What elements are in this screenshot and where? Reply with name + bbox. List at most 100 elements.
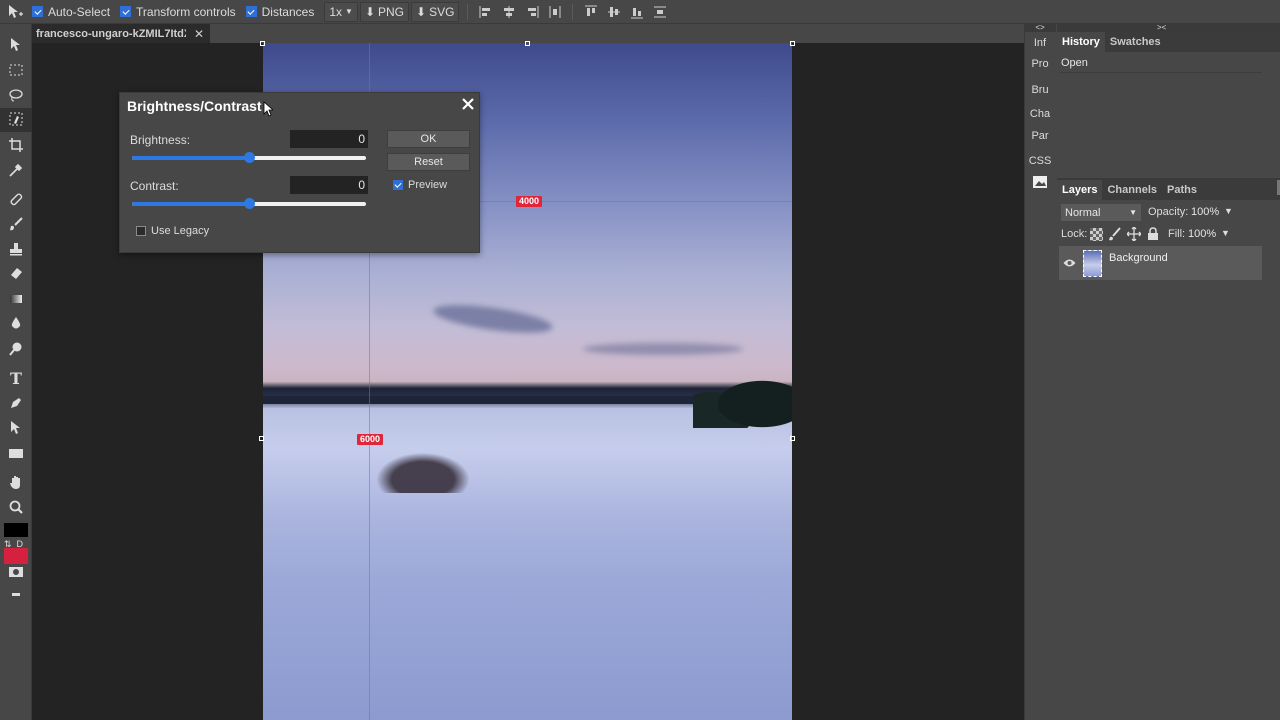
- blend-mode-select[interactable]: Normal ▼: [1061, 204, 1141, 221]
- info-panel-button[interactable]: Inf: [1024, 32, 1056, 54]
- pen-tool[interactable]: [0, 392, 32, 416]
- brightness-slider[interactable]: [132, 152, 366, 163]
- collapse-panels-toggle[interactable]: ><: [1057, 24, 1280, 32]
- transform-handle[interactable]: [790, 41, 795, 46]
- hand-tool[interactable]: [0, 471, 32, 495]
- preview-checkbox[interactable]: Preview: [393, 179, 447, 191]
- healing-tool[interactable]: [0, 188, 32, 212]
- transform-handle[interactable]: [260, 41, 265, 46]
- fill-dropdown-icon[interactable]: ▼: [1221, 228, 1230, 238]
- properties-panel-button[interactable]: Pro: [1024, 53, 1056, 75]
- lock-all-icon[interactable]: [1147, 227, 1159, 244]
- distances-check-icon: [245, 6, 257, 17]
- brush-panel-button[interactable]: Bru: [1024, 79, 1056, 101]
- brightness-input[interactable]: [290, 130, 368, 148]
- lasso-tool[interactable]: [0, 84, 32, 108]
- eraser-icon: [8, 265, 24, 284]
- align-center-h-icon[interactable]: [497, 2, 520, 22]
- slider-thumb[interactable]: [244, 152, 255, 163]
- screen-mode-icon: [8, 587, 24, 601]
- download-icon: ⬇: [364, 4, 375, 19]
- canvas-image-bush: [368, 448, 478, 493]
- brush-tool[interactable]: [0, 213, 32, 237]
- zoom-dropdown[interactable]: 1x ▼: [324, 1, 358, 22]
- eraser-tool[interactable]: [0, 262, 32, 286]
- zoom-tool[interactable]: [0, 496, 32, 520]
- image-panel-button[interactable]: [1024, 172, 1056, 194]
- slider-fill: [132, 202, 249, 206]
- distribute-v-icon[interactable]: [648, 2, 671, 22]
- quick-select-icon: [8, 111, 24, 130]
- expand-strip-toggle[interactable]: <>: [1024, 24, 1056, 32]
- screen-mode-button[interactable]: [0, 582, 32, 606]
- slider-thumb[interactable]: [244, 198, 255, 209]
- dialog-title[interactable]: Brightness/Contrast: [127, 98, 262, 114]
- shape-tool[interactable]: [0, 442, 32, 466]
- paragraph-panel-button[interactable]: Par: [1024, 125, 1056, 147]
- close-tab-icon[interactable]: ✕: [194, 27, 204, 41]
- character-panel-button[interactable]: Cha: [1024, 103, 1056, 125]
- contrast-input[interactable]: [290, 176, 368, 194]
- move-tool[interactable]: [0, 34, 32, 58]
- lock-position-icon[interactable]: [1126, 226, 1142, 244]
- opacity-dropdown-icon[interactable]: ▼: [1224, 206, 1233, 216]
- canvas-image-cloud: [432, 299, 554, 339]
- reset-button[interactable]: Reset: [387, 153, 470, 171]
- tab-layers[interactable]: Layers: [1057, 180, 1103, 200]
- layer-thumbnail: [1083, 250, 1102, 277]
- crop-tool[interactable]: [0, 134, 32, 158]
- distances-checkbox[interactable]: Distances: [245, 4, 315, 19]
- chevron-down-icon: ▼: [1129, 208, 1137, 217]
- path-select-tool[interactable]: [0, 417, 32, 441]
- lock-transparency-icon[interactable]: [1090, 228, 1103, 241]
- align-right-icon[interactable]: [520, 2, 543, 22]
- export-png-button[interactable]: ⬇ PNG: [359, 1, 410, 22]
- distances-label: Distances: [261, 4, 315, 19]
- text-tool[interactable]: T: [0, 366, 32, 390]
- opacity-input[interactable]: 100%: [1191, 206, 1220, 218]
- hand-icon: [8, 474, 24, 493]
- tab-swatches[interactable]: Swatches: [1105, 32, 1166, 52]
- contrast-slider[interactable]: [132, 198, 366, 209]
- use-legacy-checkbox[interactable]: Use Legacy: [136, 225, 209, 237]
- export-svg-button[interactable]: ⬇ SVG: [411, 1, 460, 22]
- transform-handle[interactable]: [259, 436, 264, 441]
- tab-history[interactable]: History: [1057, 32, 1105, 52]
- slider-fill: [132, 156, 249, 160]
- tab-channels[interactable]: Channels: [1102, 180, 1162, 200]
- align-bottom-icon[interactable]: [625, 2, 648, 22]
- brush-icon: [8, 216, 24, 235]
- image-icon: [1033, 175, 1047, 191]
- align-top-icon[interactable]: [579, 2, 602, 22]
- history-item[interactable]: Open: [1061, 55, 1262, 71]
- eye-icon[interactable]: [1063, 257, 1076, 271]
- dodge-tool[interactable]: [0, 338, 32, 362]
- gradient-tool[interactable]: [0, 288, 32, 312]
- foreground-color-swatch[interactable]: [4, 523, 28, 537]
- mouse-cursor-icon: [263, 101, 275, 120]
- marquee-tool[interactable]: [0, 59, 32, 83]
- auto-select-label: Auto-Select: [48, 4, 111, 19]
- lock-brush-icon[interactable]: [1108, 227, 1122, 244]
- ok-button[interactable]: OK: [387, 130, 470, 148]
- fill-input[interactable]: 100%: [1188, 228, 1217, 240]
- close-dialog-button[interactable]: [459, 96, 477, 114]
- stamp-tool[interactable]: [0, 238, 32, 262]
- transform-handle[interactable]: [790, 436, 795, 441]
- auto-select-checkbox[interactable]: Auto-Select: [32, 5, 110, 19]
- css-panel-button[interactable]: CSS: [1024, 150, 1056, 172]
- preview-label: Preview: [408, 179, 448, 191]
- blur-tool[interactable]: [0, 312, 32, 336]
- align-center-v-icon[interactable]: [602, 2, 625, 22]
- align-left-icon[interactable]: [474, 2, 497, 22]
- blur-icon: [8, 315, 24, 334]
- transform-handle[interactable]: [525, 41, 530, 46]
- document-tab[interactable]: francesco-ungaro-kZMIL7ItdX ✕: [32, 24, 210, 43]
- distribute-h-icon[interactable]: [543, 2, 566, 22]
- transform-controls-label: Transform controls: [136, 4, 236, 19]
- quick-select-tool[interactable]: [0, 108, 32, 132]
- crop-icon: [8, 137, 24, 156]
- tab-paths[interactable]: Paths: [1162, 180, 1202, 200]
- transform-controls-checkbox[interactable]: Transform controls: [120, 5, 236, 19]
- eyedropper-tool[interactable]: [0, 159, 32, 183]
